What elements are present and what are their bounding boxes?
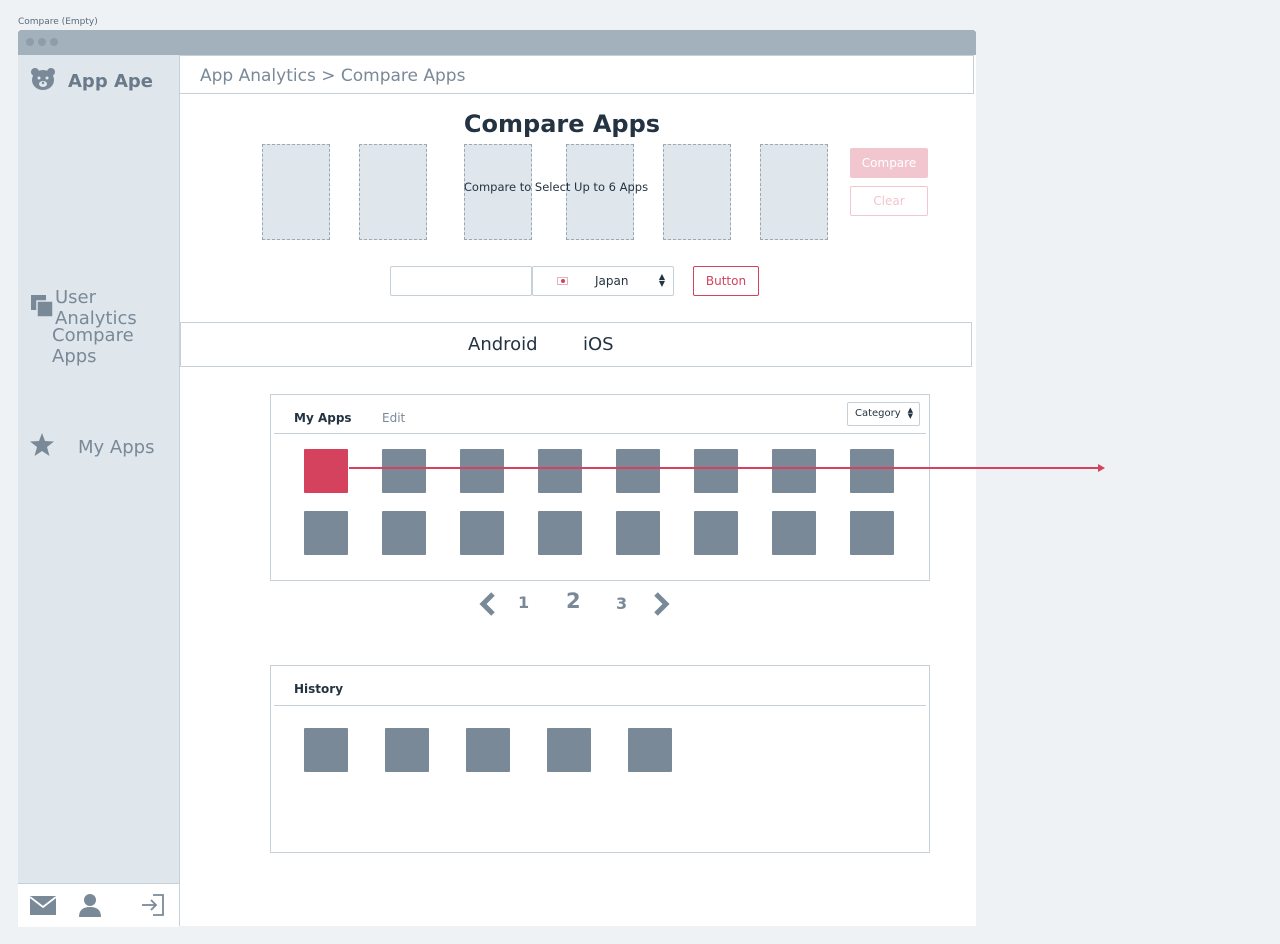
mail-icon[interactable] <box>29 896 57 919</box>
history-app-tile[interactable] <box>304 728 348 772</box>
category-select[interactable]: Category ▲ ▼ <box>847 402 920 426</box>
app-tile[interactable] <box>850 511 894 555</box>
window-minimize-dot[interactable] <box>38 38 46 46</box>
history-title: History <box>294 682 344 696</box>
sidebar-item-user-analytics[interactable]: User Analytics <box>30 287 179 329</box>
bear-icon <box>30 67 56 95</box>
app-tile[interactable] <box>538 511 582 555</box>
country-select-value: Japan <box>595 274 629 288</box>
app-tile[interactable] <box>694 449 738 493</box>
user-icon[interactable] <box>79 893 101 921</box>
action-button[interactable]: Button <box>693 266 759 296</box>
app-tile-selected[interactable] <box>304 449 348 493</box>
window-maximize-dot[interactable] <box>50 38 58 46</box>
logout-icon[interactable] <box>141 894 165 920</box>
app-tile[interactable] <box>850 449 894 493</box>
app-tile[interactable] <box>616 511 660 555</box>
sidebar-item-compare-apps[interactable]: Compare Apps <box>52 325 179 367</box>
platform-tabs: Android iOS <box>180 322 972 367</box>
compare-slot[interactable] <box>262 144 330 240</box>
app-tile[interactable] <box>460 449 504 493</box>
my-apps-panel: My Apps Edit Category ▲ ▼ <box>270 394 930 581</box>
chevron-left-icon[interactable] <box>479 592 497 620</box>
app-tile[interactable] <box>304 511 348 555</box>
tab-ios[interactable]: iOS <box>583 334 614 355</box>
history-app-tile[interactable] <box>466 728 510 772</box>
app-tile[interactable] <box>694 511 738 555</box>
page-label: Compare (Empty) <box>18 17 98 27</box>
copy-icon <box>30 294 54 323</box>
my-apps-title: My Apps <box>294 411 352 425</box>
history-app-tile[interactable] <box>547 728 591 772</box>
compare-button[interactable]: Compare <box>850 148 928 178</box>
edit-link[interactable]: Edit <box>382 411 405 425</box>
history-panel: History <box>270 665 930 853</box>
sidebar-item-label: My Apps <box>78 436 155 458</box>
app-tile[interactable] <box>772 511 816 555</box>
window-titlebar <box>18 30 976 55</box>
app-tile[interactable] <box>382 449 426 493</box>
history-app-tile[interactable] <box>385 728 429 772</box>
compare-slot-hint: Compare to Select Up to 6 Apps <box>463 180 649 194</box>
panel-divider <box>274 705 926 706</box>
compare-slot[interactable] <box>663 144 731 240</box>
tab-android[interactable]: Android <box>468 334 538 355</box>
history-app-tile[interactable] <box>628 728 672 772</box>
page-2-current[interactable]: 2 <box>566 589 581 613</box>
sidebar: App Ape User Analytics Compare Apps My A… <box>18 55 180 927</box>
compare-slot[interactable] <box>760 144 828 240</box>
category-select-value: Category <box>855 408 901 419</box>
sidebar-item-label: User Analytics <box>55 287 137 329</box>
star-icon <box>30 433 54 461</box>
app-tile[interactable] <box>538 449 582 493</box>
search-input[interactable] <box>390 266 532 296</box>
app-tile[interactable] <box>772 449 816 493</box>
page-title: Compare Apps <box>463 110 661 138</box>
app-tile[interactable] <box>616 449 660 493</box>
sidebar-item-my-apps[interactable]: My Apps <box>30 433 154 461</box>
page-1[interactable]: 1 <box>518 593 529 612</box>
app-window: App Ape User Analytics Compare Apps My A… <box>18 30 976 927</box>
chevron-right-icon[interactable] <box>652 592 670 620</box>
compare-slot[interactable] <box>359 144 427 240</box>
page-3[interactable]: 3 <box>616 594 627 613</box>
select-arrows-icon: ▲ ▼ <box>907 406 913 420</box>
brand-name: App Ape <box>68 70 153 92</box>
sidebar-footer <box>18 883 179 927</box>
japan-flag-icon <box>557 277 568 285</box>
breadcrumb: App Analytics > Compare Apps <box>200 66 466 86</box>
panel-divider <box>274 433 926 434</box>
app-tile[interactable] <box>460 511 504 555</box>
clear-button[interactable]: Clear <box>850 186 928 216</box>
window-close-dot[interactable] <box>26 38 34 46</box>
country-select[interactable]: Japan ▲ ▼ <box>532 266 674 296</box>
select-arrows-icon: ▲ ▼ <box>658 272 665 288</box>
brand[interactable]: App Ape <box>30 67 153 95</box>
header: App Analytics > Compare Apps <box>180 55 974 94</box>
app-tile[interactable] <box>382 511 426 555</box>
